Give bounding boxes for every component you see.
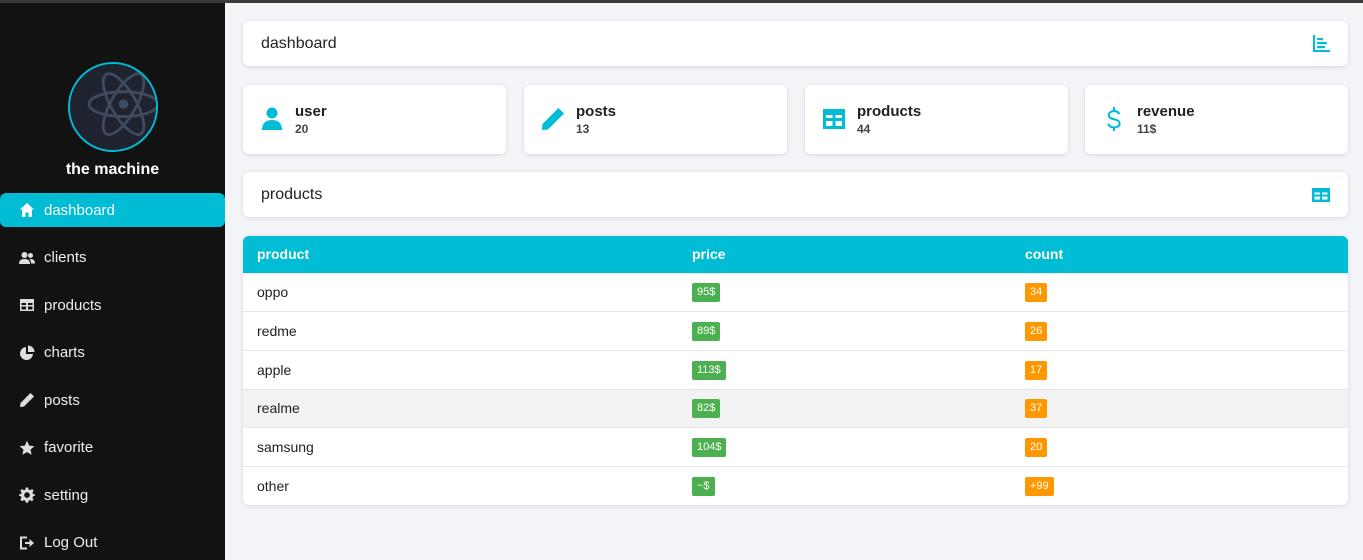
table-icon [18,296,36,314]
dollar-icon [1101,106,1127,132]
pencil-icon [540,106,566,132]
bar-chart-icon[interactable] [1311,34,1331,54]
stat-value: 44 [857,122,871,136]
stat-card-revenue[interactable]: revenue 11$ [1085,85,1348,154]
stat-label: revenue [1137,103,1195,120]
count-badge: 17 [1025,360,1048,380]
react-logo-icon [70,64,156,150]
products-section-header: products [243,172,1348,217]
stat-value: 20 [295,122,309,136]
table-row[interactable]: other ~$ +99 [243,466,1348,505]
product-name: realme [257,400,300,417]
pie-chart-icon [18,344,36,362]
stat-value: 13 [576,122,590,136]
stat-label: posts [576,103,617,120]
sidebar-item-label: posts [44,391,80,409]
table-header-row: product price count [243,236,1348,273]
sidebar-item-posts[interactable]: posts [0,383,225,417]
sidebar-item-products[interactable]: products [0,288,225,322]
price-badge: 113$ [692,360,726,380]
table-row[interactable]: oppo 95$ 34 [243,273,1348,312]
count-badge: 37 [1025,399,1048,419]
user-icon [259,106,285,132]
count-badge: 20 [1025,438,1048,458]
column-header-count[interactable]: count [1011,236,1348,273]
product-name: oppo [257,284,289,301]
logout-icon [18,534,36,552]
table-icon[interactable] [1311,185,1331,205]
stat-label: user [295,103,327,120]
product-name: redme [257,323,297,340]
count-badge: 26 [1025,322,1048,342]
sidebar-item-label: setting [44,486,89,504]
sidebar-nav: dashboard clients products charts posts … [0,193,225,560]
price-badge: 82$ [692,399,721,419]
sidebar-item-label: dashboard [44,201,115,219]
sidebar-item-setting[interactable]: setting [0,478,225,512]
users-icon [18,249,36,267]
count-badge: +99 [1025,477,1054,497]
table-row[interactable]: samsung 104$ 20 [243,427,1348,467]
stat-card-products[interactable]: products 44 [805,85,1068,154]
sidebar-item-label: charts [44,344,85,361]
table-icon [821,106,847,132]
stat-value: 11$ [1137,122,1157,136]
sidebar-item-label: clients [44,249,87,266]
gear-icon [18,486,36,504]
product-name: apple [257,361,292,378]
sidebar-item-clients[interactable]: clients [0,241,225,275]
username: the machine [65,161,160,178]
pencil-icon [18,391,36,409]
page-header: dashboard [243,21,1348,66]
product-name: other [257,478,289,495]
sidebar-item-label: products [44,296,102,314]
sidebar-item-label: favorite [44,439,94,456]
product-name: samsung [257,439,314,456]
price-badge: 89$ [692,322,721,342]
stat-card-posts[interactable]: posts 13 [524,85,787,154]
sidebar: the machine dashboard clients products c… [0,3,225,560]
page-title: dashboard [261,35,337,52]
column-header-price[interactable]: price [678,236,1011,273]
table-row[interactable]: apple 113$ 17 [243,350,1348,389]
sidebar-item-charts[interactable]: charts [0,336,225,370]
price-badge: 95$ [692,283,721,303]
avatar[interactable] [68,62,158,152]
price-badge: 104$ [692,438,727,458]
sidebar-item-label: Log Out [44,534,98,551]
price-badge: ~$ [692,477,715,497]
star-icon [18,439,36,457]
table-row[interactable]: redme 89$ 26 [243,311,1348,351]
count-badge: 34 [1025,283,1048,303]
sidebar-item-dashboard[interactable]: dashboard [0,193,225,227]
table-row[interactable]: realme 82$ 37 [243,389,1348,428]
section-title: products [261,186,323,203]
column-header-product[interactable]: product [243,236,678,273]
sidebar-item-favorite[interactable]: favorite [0,431,225,465]
products-table: product price count oppo 95$ 34 redme 89… [243,236,1348,506]
stat-label: products [857,103,922,120]
sidebar-item-logout[interactable]: Log Out [0,526,225,560]
home-icon [18,201,36,219]
stat-card-user[interactable]: user 20 [243,85,506,154]
